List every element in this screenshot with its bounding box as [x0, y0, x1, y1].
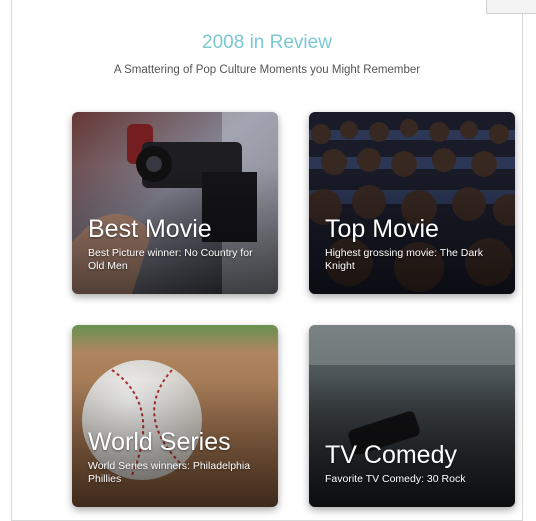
- card-title: TV Comedy: [325, 441, 457, 469]
- card-description: Favorite TV Comedy: 30 Rock: [325, 473, 466, 485]
- card-title: World Series: [88, 428, 231, 456]
- card-description: Best Picture winner: No Country for Old …: [88, 247, 253, 272]
- card-world-series[interactable]: World Series World Series winners: Phila…: [72, 325, 278, 507]
- card-text: Top Movie Highest grossing movie: The Da…: [325, 215, 505, 273]
- corner-tab: [486, 0, 536, 14]
- card-top-movie[interactable]: Top Movie Highest grossing movie: The Da…: [309, 112, 515, 294]
- card-tv-comedy[interactable]: TV Comedy Favorite TV Comedy: 30 Rock: [309, 325, 515, 507]
- card-description: Highest grossing movie: The Dark Knight: [325, 247, 483, 272]
- card-description: World Series winners: Philadelphia Phill…: [88, 460, 251, 485]
- card-best-movie[interactable]: Best Movie Best Picture winner: No Count…: [72, 112, 278, 294]
- card-text: Best Movie Best Picture winner: No Count…: [88, 215, 268, 273]
- card-title: Best Movie: [88, 215, 212, 243]
- page-subtitle: A Smattering of Pop Culture Moments you …: [113, 64, 421, 76]
- card-text: World Series World Series winners: Phila…: [88, 428, 268, 486]
- page-title: 2008 in Review: [202, 32, 332, 53]
- card-text: TV Comedy Favorite TV Comedy: 30 Rock: [325, 441, 505, 486]
- card-title: Top Movie: [325, 215, 439, 243]
